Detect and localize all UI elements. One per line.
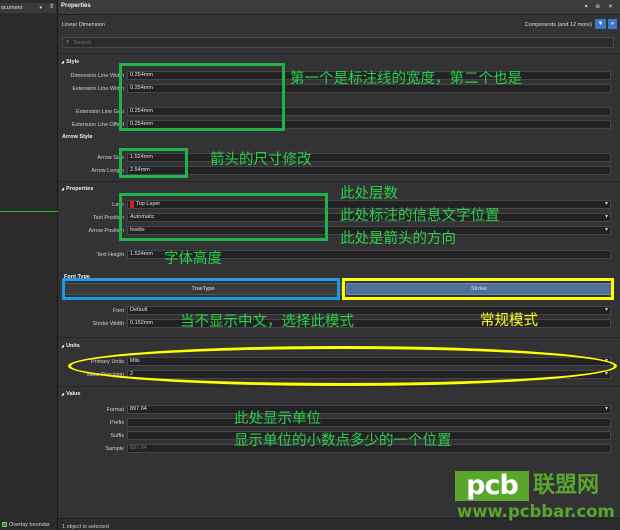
checkbox-icon[interactable] bbox=[2, 522, 7, 527]
arrow-length-label: Arrow Length bbox=[91, 168, 124, 174]
document-tab-label: ocument bbox=[1, 5, 23, 11]
canvas-guide-line bbox=[0, 211, 58, 212]
arrow-style-header: Arrow Style bbox=[62, 134, 93, 140]
divider bbox=[58, 53, 620, 54]
object-type-label: Linear Dimension bbox=[62, 22, 105, 28]
chevron-down-icon[interactable]: ▾ bbox=[608, 19, 617, 29]
triangle-down-icon[interactable]: ◢ bbox=[61, 59, 64, 64]
annotation-layer-note: 此处层数 bbox=[340, 186, 398, 202]
divider bbox=[58, 386, 620, 387]
section-title: Value bbox=[66, 391, 81, 397]
text-position-label: Text Position bbox=[92, 215, 124, 221]
arrow-length-input[interactable]: 2.54mm bbox=[127, 166, 611, 175]
section-properties-header[interactable]: ◢ Properties bbox=[61, 186, 93, 192]
annotation-box-line-widths bbox=[119, 63, 285, 131]
extension-line-offset-label: Extension Line Offset bbox=[71, 122, 124, 128]
overlay-boundary-label: Overlay boundar bbox=[9, 522, 50, 528]
divider bbox=[58, 181, 620, 182]
annotation-box-arrow-size bbox=[119, 148, 188, 178]
components-filter-label[interactable]: Components (and 12 more) bbox=[525, 22, 592, 28]
extension-line-gap-label: Extension Line Gap bbox=[75, 109, 124, 115]
object-header: Linear Dimension Components (and 12 more… bbox=[58, 17, 620, 32]
divider bbox=[58, 337, 620, 338]
stroke-width-label: Stroke Width bbox=[92, 321, 124, 327]
overlay-boundary-toggle[interactable]: Overlay boundar bbox=[2, 522, 50, 528]
text-height-label: Text Height bbox=[96, 252, 124, 258]
annotation-box-truetype bbox=[62, 278, 340, 300]
document-area: ocument ▾ ⇕ Overlay boundar bbox=[0, 0, 58, 530]
document-tab[interactable]: ocument ▾ ⇕ bbox=[0, 3, 56, 13]
section-title: Units bbox=[66, 343, 80, 349]
search-box[interactable]: ⌕ bbox=[62, 37, 614, 48]
suffix-label: Suffix bbox=[110, 433, 124, 439]
dimension-line-width-label: Dimension Line Width bbox=[70, 73, 125, 79]
format-select[interactable]: 897.64 bbox=[127, 405, 611, 414]
arrow-size-input[interactable]: 1.524mm bbox=[127, 153, 611, 162]
annotation-arrow-size-note: 箭头的尺寸修改 bbox=[210, 152, 312, 168]
section-title: Style bbox=[66, 59, 80, 65]
triangle-down-icon[interactable]: ◢ bbox=[61, 391, 64, 396]
section-title: Properties bbox=[66, 186, 94, 192]
panel-titlebar: Properties ▾ ⊕ ✕ bbox=[58, 0, 620, 15]
annotation-truetype-note: 当不显示中文，选择此模式 bbox=[180, 314, 354, 330]
extension-line-width-label: Extension Line Width bbox=[72, 86, 124, 92]
panel-title: Properties bbox=[61, 3, 91, 9]
section-units-header[interactable]: ◢ Units bbox=[61, 343, 80, 349]
annotation-precision-note: 显示单位的小数点多少的一个位置 bbox=[234, 433, 452, 449]
prefix-label: Prefix bbox=[109, 420, 124, 426]
section-style-header[interactable]: ◢ Style bbox=[61, 59, 79, 65]
watermark-logo: pcb bbox=[455, 471, 529, 501]
annotation-units-note: 此处显示单位 bbox=[234, 411, 321, 427]
annotation-arrow-direction-note: 此处是箭头的方向 bbox=[340, 231, 456, 247]
window-controls[interactable]: ▾ ⊕ ✕ bbox=[585, 3, 616, 10]
selection-status: 1 object is selected bbox=[62, 524, 109, 530]
prefix-input[interactable] bbox=[127, 418, 611, 427]
format-label: Format bbox=[106, 407, 124, 413]
annotation-text-position-note: 此处标注的信息文字位置 bbox=[340, 208, 500, 224]
search-input[interactable] bbox=[74, 39, 574, 47]
annotation-box-properties bbox=[119, 193, 328, 241]
annotation-box-stroke bbox=[342, 278, 614, 300]
chevron-down-icon[interactable]: ▾ bbox=[39, 3, 42, 13]
search-icon: ⌕ bbox=[66, 39, 70, 45]
triangle-down-icon[interactable]: ◢ bbox=[61, 343, 64, 348]
annotation-stroke-note: 常规模式 bbox=[480, 313, 538, 329]
watermark-url: www.pcbbar.com bbox=[457, 502, 615, 521]
arrow-position-label: Arrow Position bbox=[88, 228, 124, 234]
arrow-size-label: Arrow Size bbox=[97, 155, 124, 161]
annotation-ellipse-units bbox=[68, 346, 617, 386]
watermark-cn: 联盟网 bbox=[533, 473, 600, 498]
layer-label: Laye bbox=[112, 202, 124, 208]
annotation-text-height-note: 字体高度 bbox=[164, 251, 222, 267]
annotation-line-width-note: 第一个是标注线的宽度，第二个也是 bbox=[290, 71, 522, 87]
sample-label: Sample bbox=[105, 446, 124, 452]
triangle-down-icon[interactable]: ◢ bbox=[61, 186, 64, 191]
up-down-arrows-icon[interactable]: ⇕ bbox=[49, 2, 54, 12]
font-label: Font bbox=[112, 308, 124, 314]
filter-icon[interactable]: ▼ bbox=[595, 19, 606, 29]
section-value-header[interactable]: ◢ Value bbox=[61, 391, 80, 397]
